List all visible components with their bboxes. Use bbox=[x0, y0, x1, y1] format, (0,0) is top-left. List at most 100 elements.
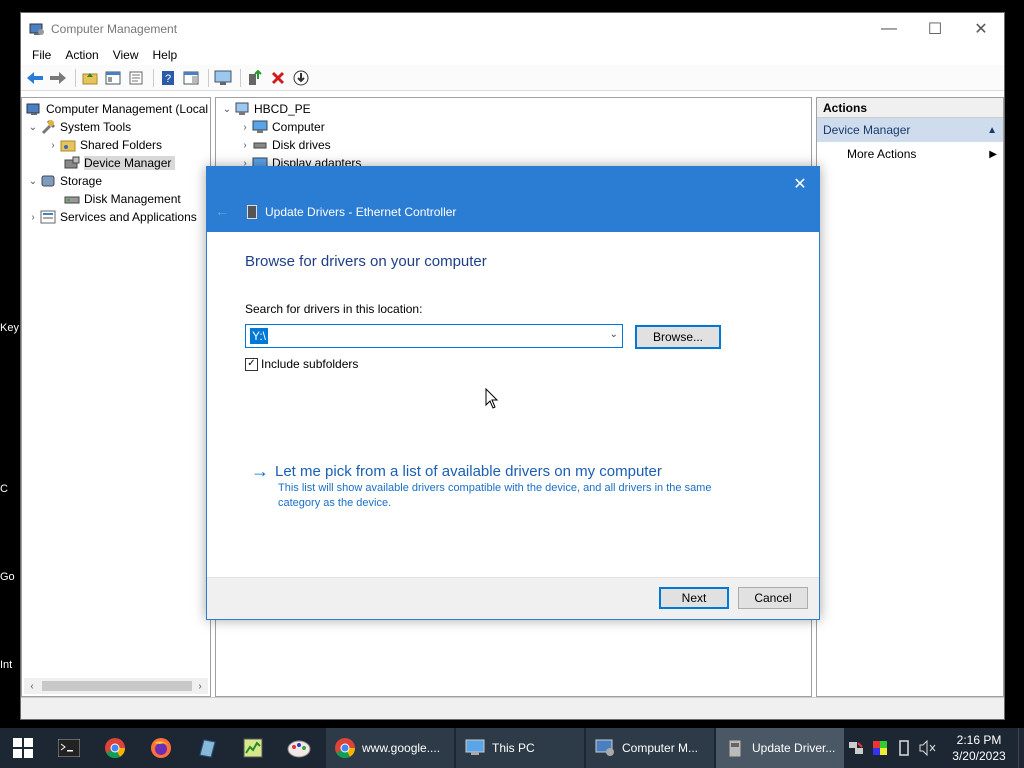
taskbar-app-chrome[interactable]: www.google.... bbox=[326, 728, 454, 768]
horizontal-scrollbar[interactable]: ‹ › bbox=[24, 678, 208, 694]
chevron-right-icon[interactable]: › bbox=[238, 122, 252, 133]
tree-item-services[interactable]: › Services and Applications bbox=[26, 208, 196, 226]
toolbar-separator bbox=[75, 68, 76, 87]
taskbar-app-update-driver[interactable]: Update Driver... bbox=[716, 728, 844, 768]
network-tray-icon[interactable] bbox=[844, 728, 868, 768]
include-subfolders-row[interactable]: ✓ Include subfolders bbox=[245, 357, 358, 371]
chevron-down-icon[interactable]: ⌄ bbox=[26, 122, 40, 133]
paint-icon[interactable] bbox=[276, 728, 322, 768]
window-title: Computer Management bbox=[51, 22, 178, 36]
clock[interactable]: 2:16 PM 3/20/2023 bbox=[940, 732, 1018, 764]
collapse-up-icon[interactable]: ▲ bbox=[987, 125, 997, 136]
chevron-right-icon[interactable]: › bbox=[238, 140, 252, 151]
device-root[interactable]: ⌄ HBCD_PE bbox=[220, 100, 311, 118]
tree-item-root[interactable]: Computer Management (Local bbox=[26, 100, 208, 118]
desktop-label-int: Int bbox=[0, 659, 13, 671]
tools-icon bbox=[41, 119, 56, 135]
taskbar-app-label: Computer M... bbox=[622, 741, 699, 755]
update-driver-icon[interactable] bbox=[245, 68, 265, 88]
browse-button[interactable]: Browse... bbox=[635, 325, 721, 349]
scan-download-icon[interactable] bbox=[291, 68, 311, 88]
more-actions-label: More Actions bbox=[847, 147, 917, 161]
desktop-label-go: Go bbox=[0, 571, 15, 583]
title-bar[interactable]: Computer Management bbox=[21, 13, 1004, 45]
toolbar-separator bbox=[153, 68, 154, 87]
close-window-button[interactable]: ✕ bbox=[958, 13, 1004, 45]
close-icon[interactable]: ✕ bbox=[789, 173, 811, 195]
tree-item-disk-management[interactable]: Disk Management bbox=[64, 190, 181, 208]
submenu-arrow-icon: ▶ bbox=[989, 148, 997, 160]
chevron-right-icon[interactable]: › bbox=[46, 140, 60, 151]
toolbar: ? bbox=[21, 65, 1004, 91]
scroll-left-icon[interactable]: ‹ bbox=[24, 678, 40, 694]
pick-driver-link[interactable]: → Let me pick from a list of available d… bbox=[251, 461, 662, 482]
uninstall-icon[interactable] bbox=[268, 68, 288, 88]
scroll-right-icon[interactable]: › bbox=[192, 678, 208, 694]
menu-bar: File Action View Help bbox=[21, 45, 1004, 65]
taskbar-app-computer-management[interactable]: Computer M... bbox=[586, 728, 714, 768]
task-manager-icon[interactable] bbox=[230, 728, 276, 768]
chevron-right-icon[interactable]: › bbox=[26, 212, 40, 223]
notes-app-icon[interactable] bbox=[184, 728, 230, 768]
driver-path-combobox[interactable]: Y:\ ⌄ bbox=[245, 324, 623, 348]
status-bar bbox=[21, 697, 1004, 719]
disk-drive-icon bbox=[253, 142, 267, 149]
help-icon[interactable]: ? bbox=[158, 68, 178, 88]
tree-item-storage[interactable]: ⌄ Storage bbox=[26, 172, 102, 190]
menu-file[interactable]: File bbox=[25, 48, 58, 62]
dialog-header[interactable]: ✕ ← Update Drivers - Ethernet Controller bbox=[207, 167, 819, 232]
menu-view[interactable]: View bbox=[106, 48, 146, 62]
windows-start-icon[interactable] bbox=[0, 728, 46, 768]
toolbar-separator bbox=[208, 68, 209, 87]
include-subfolders-checkbox[interactable]: ✓ bbox=[245, 357, 258, 371]
command-prompt-icon[interactable] bbox=[46, 728, 92, 768]
dialog-heading: Browse for drivers on your computer bbox=[245, 253, 487, 270]
menu-action[interactable]: Action bbox=[58, 48, 105, 62]
tree-label-disk-management: Disk Management bbox=[84, 192, 181, 206]
include-subfolders-label: Include subfolders bbox=[261, 357, 359, 371]
properties-icon[interactable] bbox=[126, 68, 146, 88]
color-app-tray-icon[interactable] bbox=[868, 728, 892, 768]
cancel-button[interactable]: Cancel bbox=[738, 587, 808, 609]
back-arrow-icon[interactable]: ← bbox=[215, 203, 229, 219]
action-pane-icon[interactable] bbox=[181, 68, 201, 88]
chevron-down-icon[interactable]: ⌄ bbox=[220, 104, 234, 115]
chevron-down-icon[interactable]: ⌄ bbox=[610, 329, 618, 340]
chrome-icon[interactable] bbox=[92, 728, 138, 768]
up-folder-icon[interactable] bbox=[80, 68, 100, 88]
more-actions-item[interactable]: More Actions ▶ bbox=[817, 142, 1003, 166]
next-button[interactable]: Next bbox=[659, 587, 729, 609]
computer-management-icon bbox=[595, 739, 614, 756]
actions-section-device-manager[interactable]: Device Manager ▲ bbox=[817, 118, 1003, 142]
tree-label-device-manager: Device Manager bbox=[84, 156, 176, 170]
show-desktop-button[interactable] bbox=[1018, 728, 1024, 768]
show-hide-tree-icon[interactable] bbox=[103, 68, 123, 88]
chevron-down-icon[interactable]: ⌄ bbox=[26, 176, 40, 187]
minimize-button[interactable]: — bbox=[866, 13, 912, 45]
tree-item-shared-folders[interactable]: › Shared Folders bbox=[46, 136, 162, 154]
device-category-disk-drives[interactable]: › Disk drives bbox=[238, 136, 330, 154]
actions-pane: Actions Device Manager ▲ More Actions ▶ bbox=[816, 97, 1004, 697]
menu-help[interactable]: Help bbox=[146, 48, 185, 62]
device-category-computer[interactable]: › Computer bbox=[238, 118, 324, 136]
driver-path-value[interactable]: Y:\ bbox=[250, 328, 269, 344]
pick-driver-link-text[interactable]: Let me pick from a list of available dri… bbox=[275, 463, 662, 480]
maximize-button[interactable]: ☐ bbox=[912, 13, 958, 45]
tree-item-device-manager[interactable]: Device Manager bbox=[64, 154, 176, 172]
taskbar-app-this-pc[interactable]: This PC bbox=[456, 728, 584, 768]
mouse-cursor-icon bbox=[485, 388, 499, 409]
computer-icon bbox=[235, 102, 249, 115]
firefox-icon[interactable] bbox=[138, 728, 184, 768]
usb-tray-icon[interactable] bbox=[892, 728, 916, 768]
volume-muted-icon[interactable] bbox=[916, 728, 940, 768]
forward-icon[interactable] bbox=[48, 68, 68, 88]
scroll-thumb[interactable] bbox=[42, 681, 192, 691]
desktop-label-c: C bbox=[0, 483, 8, 495]
search-location-label: Search for drivers in this location: bbox=[245, 302, 423, 316]
tree-item-system-tools[interactable]: ⌄ System Tools bbox=[26, 118, 131, 136]
monitor-icon[interactable] bbox=[213, 68, 233, 88]
services-icon bbox=[40, 210, 56, 224]
pick-driver-description: This list will show available drivers co… bbox=[278, 482, 712, 509]
taskbar-app-label: This PC bbox=[492, 741, 535, 755]
back-icon[interactable] bbox=[25, 68, 45, 88]
